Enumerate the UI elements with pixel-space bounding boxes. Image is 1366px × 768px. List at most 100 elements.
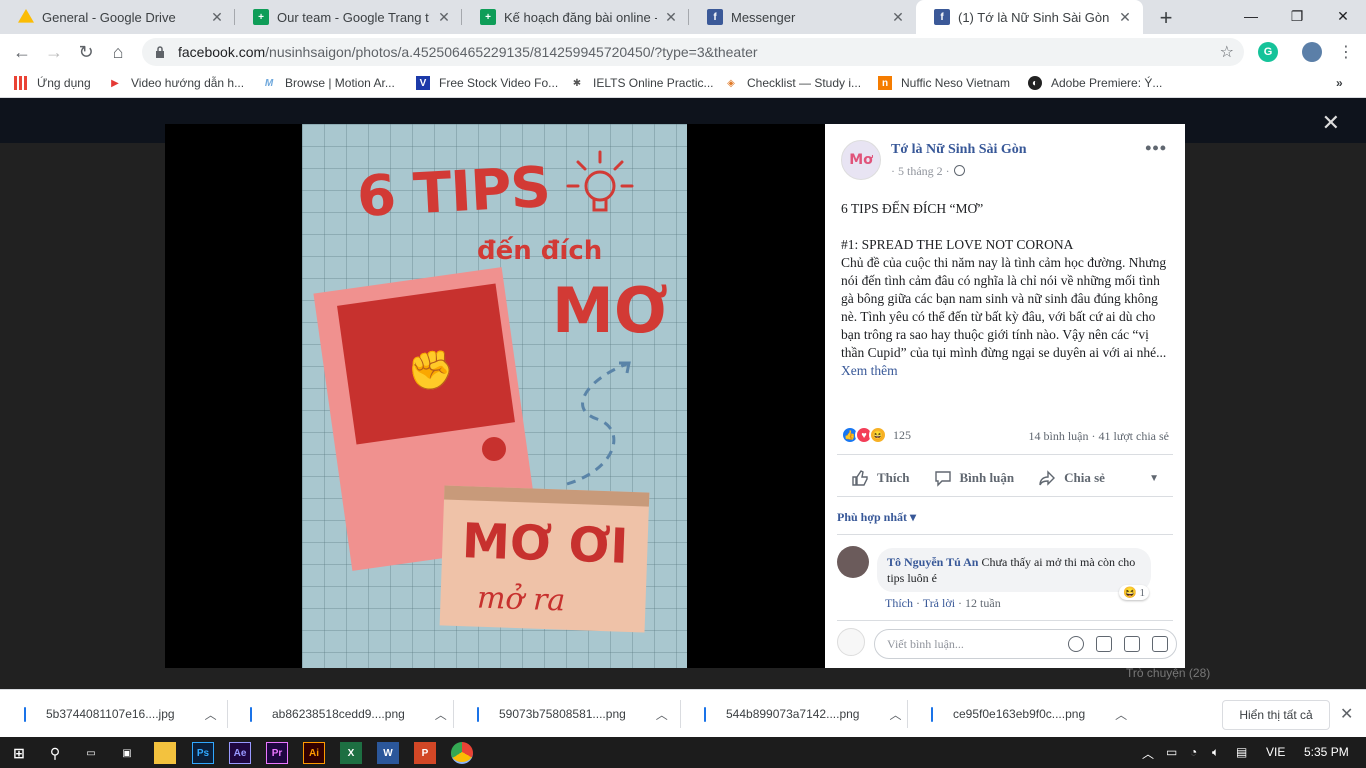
photo-viewer[interactable]: 6 TIPS đến đích MƠ ✊ MƠ ƠI mở ra: [165, 124, 825, 668]
emoji-icon[interactable]: [1068, 636, 1084, 652]
back-button[interactable]: ←: [10, 40, 34, 64]
bookmark-video[interactable]: ▶ Video hướng dẫn h...: [108, 76, 244, 90]
reload-button[interactable]: ↻: [74, 40, 98, 64]
new-tab-button[interactable]: +: [1154, 5, 1178, 31]
after-effects-icon[interactable]: Ae: [229, 742, 251, 764]
sticker-icon[interactable]: [1152, 636, 1168, 652]
task-view-icon[interactable]: ▭: [80, 742, 102, 764]
like-button[interactable]: Thích: [851, 469, 910, 487]
download-item[interactable]: 59073b75808581....png ︿: [477, 690, 681, 738]
file-icon: [477, 706, 479, 722]
minimize-button[interactable]: —: [1228, 0, 1274, 32]
address-bar[interactable]: facebook.com/nusinhsaigon/photos/a.45250…: [142, 38, 1244, 66]
powerpoint-icon[interactable]: P: [414, 742, 436, 764]
close-icon[interactable]: ✕: [436, 9, 452, 26]
page-name-link[interactable]: Tớ là Nữ Sinh Sài Gòn: [891, 142, 1027, 158]
post-sidebar: Mơ Tớ là Nữ Sinh Sài Gòn · 5 tháng 2 · •…: [825, 124, 1185, 668]
profile-avatar[interactable]: [1302, 42, 1322, 62]
illustrator-icon[interactable]: Ai: [303, 742, 325, 764]
excel-icon[interactable]: X: [340, 742, 362, 764]
post-date[interactable]: · 5 tháng 2 ·: [891, 164, 965, 179]
comment-reaction-badge[interactable]: 😆 1: [1119, 585, 1149, 600]
bookmark-premiere[interactable]: ◐ Adobe Premiere: Ý...: [1028, 76, 1162, 90]
camera-icon[interactable]: [1096, 636, 1112, 652]
chevron-up-icon[interactable]: ︿: [889, 706, 901, 723]
bookmark-nuffic[interactable]: n Nuffic Neso Vietnam: [878, 76, 1010, 90]
google-drive-icon: [18, 9, 34, 23]
chrome-icon[interactable]: [451, 742, 473, 764]
chevron-up-icon[interactable]: ︿: [435, 706, 447, 723]
chevron-up-icon[interactable]: ︿: [656, 706, 668, 723]
search-icon[interactable]: ⚲: [44, 742, 66, 764]
like-label: Thích: [877, 470, 910, 485]
windows-start-icon[interactable]: ⊞: [8, 742, 30, 764]
reaction-picker-button[interactable]: ▼: [1149, 473, 1159, 484]
close-theater-icon[interactable]: ✕: [1322, 110, 1340, 136]
close-icon[interactable]: ✕: [1117, 9, 1133, 26]
premiere-icon[interactable]: Pr: [266, 742, 288, 764]
bookmark-apps[interactable]: Ứng dụng: [14, 76, 91, 90]
bookmark-ielts[interactable]: ✱ IELTS Online Practic...: [570, 76, 714, 90]
language-indicator[interactable]: VIE: [1266, 745, 1285, 759]
comment-time[interactable]: 12 tuần: [965, 596, 1001, 610]
comment-reply-link[interactable]: Trả lời: [923, 596, 955, 610]
download-item[interactable]: ab86238518cedd9....png ︿: [250, 690, 454, 738]
chevron-up-icon[interactable]: ︿: [205, 706, 217, 723]
tab-our-team[interactable]: + Our team - Google Trang tính ✕: [235, 0, 462, 34]
composer-icons: [1056, 636, 1168, 652]
comment-sort-dropdown[interactable]: Phù hợp nhất ▾: [837, 510, 916, 525]
bookmarks-overflow-icon[interactable]: »: [1336, 76, 1343, 90]
see-more-link[interactable]: Xem thêm: [841, 363, 898, 378]
tab-facebook-active[interactable]: f (1) Tớ là Nữ Sinh Sài Gòn - Ản ✕: [916, 0, 1143, 34]
restore-button[interactable]: ❐: [1274, 0, 1320, 32]
page-avatar[interactable]: Mơ: [841, 140, 881, 180]
close-icon[interactable]: ✕: [890, 9, 906, 26]
comment-button[interactable]: Bình luận: [934, 469, 1014, 487]
bookmark-star-icon[interactable]: ☆: [1220, 42, 1234, 62]
close-download-bar-icon[interactable]: ✕: [1340, 704, 1353, 724]
tray-chevron-icon[interactable]: ︿: [1142, 745, 1154, 762]
download-divider: [227, 700, 228, 728]
post-stats[interactable]: 14 bình luận · 41 lượt chia sẻ: [1029, 429, 1170, 444]
comment-like-link[interactable]: Thích: [885, 596, 913, 610]
photoshop-icon[interactable]: Ps: [192, 742, 214, 764]
close-icon[interactable]: ✕: [209, 9, 225, 26]
download-item[interactable]: ce95f0e163eb9f0c....png ︿: [931, 690, 1127, 738]
home-button[interactable]: ⌂: [106, 40, 130, 64]
chevron-up-icon[interactable]: ︿: [1115, 706, 1127, 723]
forward-button[interactable]: →: [42, 40, 66, 64]
download-item[interactable]: 5b3744081107e16....jpg ︿: [24, 690, 228, 738]
comment-icon: [934, 471, 951, 487]
more-options-icon[interactable]: •••: [1145, 138, 1167, 159]
caret-down-icon: ▾: [910, 510, 917, 524]
clock[interactable]: 5:35 PM: [1304, 745, 1349, 759]
tab-ke-hoach[interactable]: + Kế hoạch đăng bài online - Go ✕: [462, 0, 689, 34]
store-icon[interactable]: ▣: [116, 742, 138, 764]
commenter-avatar[interactable]: [837, 546, 869, 578]
menu-icon[interactable]: ⋮: [1334, 40, 1358, 64]
bookmark-motion[interactable]: M Browse | Motion Ar...: [262, 76, 395, 90]
bookmark-checklist[interactable]: ◈ Checklist — Study i...: [724, 76, 861, 90]
grammarly-icon[interactable]: G: [1258, 42, 1278, 62]
bookmark-stock[interactable]: V Free Stock Video Fo...: [416, 76, 558, 90]
file-icon: [704, 706, 706, 722]
show-all-downloads-button[interactable]: Hiển thị tất cả: [1222, 700, 1330, 730]
tab-google-drive[interactable]: General - Google Drive ✕: [0, 0, 235, 34]
comment-author[interactable]: Tô Nguyễn Tú An: [887, 555, 978, 569]
gif-icon[interactable]: [1124, 636, 1140, 652]
file-explorer-icon[interactable]: [154, 742, 176, 764]
battery-icon[interactable]: ▭: [1166, 745, 1177, 759]
divider: [837, 620, 1173, 621]
network-icon[interactable]: ◔: [1190, 745, 1197, 759]
close-icon[interactable]: ✕: [663, 9, 679, 26]
reaction-summary[interactable]: 👍 ♥ 😆 125: [841, 426, 911, 444]
close-window-button[interactable]: ✕: [1320, 0, 1366, 32]
download-item[interactable]: 544b899073a7142....png ︿: [704, 690, 908, 738]
tab-messenger[interactable]: f Messenger ✕: [689, 0, 916, 34]
share-button[interactable]: Chia sẻ: [1038, 469, 1105, 487]
chat-label[interactable]: Trò chuyện (28): [1126, 666, 1210, 680]
notification-icon[interactable]: ▤: [1236, 745, 1247, 759]
volume-icon[interactable]: 🔈︎: [1212, 745, 1219, 760]
word-icon[interactable]: W: [377, 742, 399, 764]
comment-input[interactable]: Viết bình luận...: [874, 629, 1177, 659]
